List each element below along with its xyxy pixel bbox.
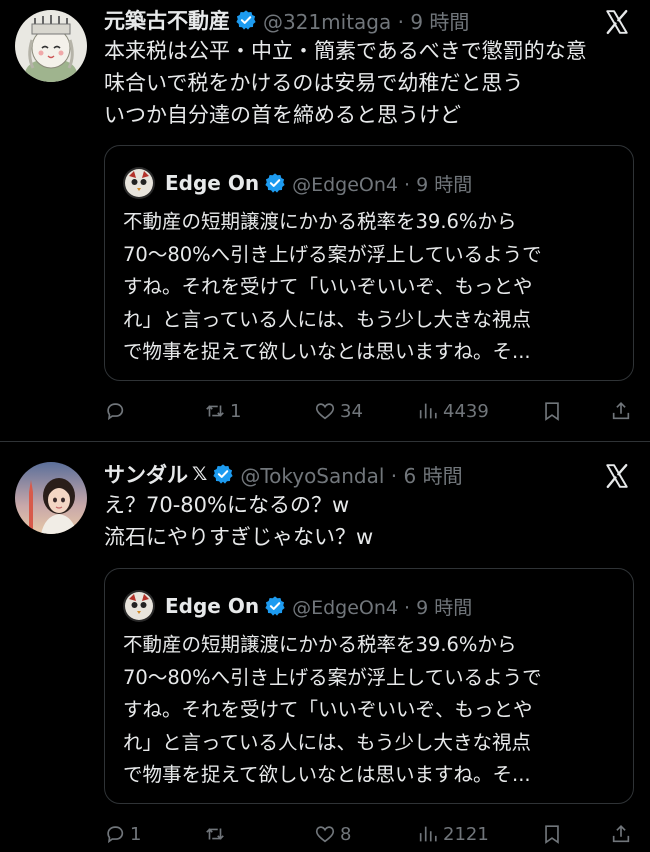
verified-badge-icon bbox=[236, 10, 256, 30]
author-name[interactable]: サンダル bbox=[104, 459, 188, 489]
reply-icon bbox=[107, 826, 124, 844]
reply-button[interactable] bbox=[104, 396, 130, 426]
quoted-author-name[interactable]: Edge On bbox=[165, 594, 259, 618]
x-logo-icon bbox=[606, 463, 628, 489]
quoted-author-name[interactable]: Edge On bbox=[165, 171, 259, 195]
reply-button[interactable]: 1 bbox=[104, 819, 141, 849]
reply-count: 1 bbox=[130, 823, 142, 845]
share-button[interactable] bbox=[610, 396, 632, 426]
author-handle[interactable]: @321mitaga · 9 時間 bbox=[263, 6, 469, 35]
avatar[interactable] bbox=[15, 462, 87, 534]
share-icon bbox=[612, 825, 630, 843]
bookmark-button[interactable] bbox=[541, 396, 563, 426]
quoted-author-handle[interactable]: @EdgeOn4 · 9 時間 bbox=[292, 593, 472, 620]
quoted-tweet[interactable]: Edge On @EdgeOn4 · 9 時間 不動産の短期譲渡にかかる税率を3… bbox=[104, 145, 634, 381]
tweet[interactable]: サンダル 𝕏 @TokyoSandal · 6 時間 え？70-80%になるの？… bbox=[0, 442, 650, 852]
verified-badge-icon bbox=[265, 173, 285, 193]
avatar[interactable] bbox=[15, 10, 87, 82]
views-button[interactable]: 2121 bbox=[417, 819, 489, 849]
like-button[interactable]: 34 bbox=[314, 396, 363, 426]
bookmark-button[interactable] bbox=[541, 819, 563, 849]
verified-badge-icon bbox=[213, 464, 233, 484]
retweet-count: 1 bbox=[230, 400, 242, 422]
share-button[interactable] bbox=[610, 819, 632, 849]
like-count: 8 bbox=[340, 823, 352, 845]
bookmark-icon bbox=[545, 825, 559, 844]
tweet-text: 本来税は公平・中立・簡素であるべきで懲罰的な意 味合いで税をかけるのは安易で幼稚… bbox=[104, 39, 587, 127]
tweet-header: 元築古不動産 @321mitaga · 9 時間 bbox=[104, 5, 590, 35]
quoted-tweet-text: 不動産の短期譲渡にかかる税率を39.6%から 70〜80%へ引き上げる案が浮上し… bbox=[123, 633, 542, 786]
author-handle[interactable]: @TokyoSandal · 6 時間 bbox=[240, 460, 462, 489]
like-icon bbox=[315, 826, 335, 843]
views-button[interactable]: 4439 bbox=[417, 396, 489, 426]
quoted-avatar bbox=[123, 167, 155, 199]
tweet[interactable]: 元築古不動産 @321mitaga · 9 時間 本来税は公平・中立・簡素である… bbox=[0, 0, 650, 440]
verified-badge-icon bbox=[265, 596, 285, 616]
retweet-button[interactable]: 1 bbox=[204, 396, 241, 426]
view-count: 2121 bbox=[443, 823, 489, 845]
like-count: 34 bbox=[340, 400, 363, 422]
quoted-tweet-header: Edge On @EdgeOn4 · 9 時間 bbox=[123, 590, 621, 622]
author-name[interactable]: 元築古不動産 bbox=[104, 5, 230, 35]
tweet-header: サンダル 𝕏 @TokyoSandal · 6 時間 bbox=[104, 459, 590, 489]
x-badge: 𝕏 bbox=[192, 463, 208, 485]
quoted-author-handle[interactable]: @EdgeOn4 · 9 時間 bbox=[292, 170, 472, 197]
retweet-icon bbox=[206, 405, 224, 417]
quoted-avatar bbox=[123, 590, 155, 622]
quoted-tweet[interactable]: Edge On @EdgeOn4 · 9 時間 不動産の短期譲渡にかかる税率を3… bbox=[104, 568, 634, 804]
like-button[interactable]: 8 bbox=[314, 819, 351, 849]
views-icon bbox=[419, 826, 437, 842]
view-count: 4439 bbox=[443, 400, 489, 422]
x-logo-icon bbox=[606, 9, 628, 35]
tweet-actions: 1 34 4439 bbox=[104, 396, 634, 426]
reply-icon bbox=[107, 403, 124, 421]
retweet-icon bbox=[206, 828, 224, 840]
retweet-button[interactable] bbox=[204, 819, 230, 849]
tweet-actions: 1 8 2121 bbox=[104, 819, 634, 849]
bookmark-icon bbox=[545, 402, 559, 421]
like-icon bbox=[315, 403, 335, 420]
quoted-tweet-header: Edge On @EdgeOn4 · 9 時間 bbox=[123, 167, 621, 199]
quoted-tweet-text: 不動産の短期譲渡にかかる税率を39.6%から 70〜80%へ引き上げる案が浮上し… bbox=[123, 210, 542, 363]
views-icon bbox=[419, 403, 437, 419]
tweet-text: え？70-80%になるの？w 流石にやりすぎじゃない？w bbox=[104, 493, 374, 549]
share-icon bbox=[612, 402, 630, 420]
